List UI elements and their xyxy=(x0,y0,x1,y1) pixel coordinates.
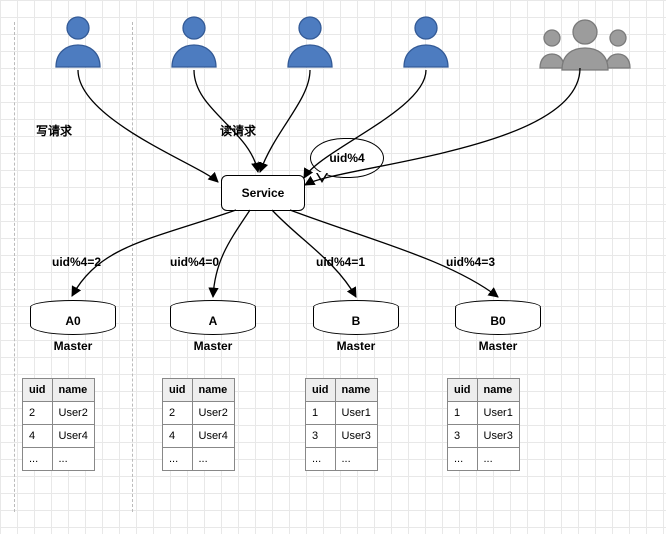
db-b: B Master xyxy=(313,300,399,353)
users-group-icon xyxy=(530,14,640,72)
db-a: A Master xyxy=(170,300,256,353)
rule-label-a0: uid%4=2 xyxy=(52,255,101,269)
db-name: B xyxy=(313,308,399,335)
col-uid: uid xyxy=(306,379,336,402)
col-name: name xyxy=(52,379,94,402)
db-name: B0 xyxy=(455,308,541,335)
db-role: Master xyxy=(30,339,116,353)
table-row: 3User3 xyxy=(448,425,520,448)
table-row: 3User3 xyxy=(306,425,378,448)
rule-label-b0: uid%4=3 xyxy=(446,255,495,269)
guide-line xyxy=(132,22,133,512)
rule-label-a: uid%4=0 xyxy=(170,255,219,269)
col-uid: uid xyxy=(448,379,478,402)
db-a0: A0 Master xyxy=(30,300,116,353)
rule-label-b: uid%4=1 xyxy=(316,255,365,269)
user-icon xyxy=(396,12,456,72)
db-role: Master xyxy=(170,339,256,353)
table-a: uidname 2User2 4User4 ...... xyxy=(162,378,235,471)
user-icon xyxy=(48,12,108,72)
db-name: A0 xyxy=(30,308,116,335)
table-row: ...... xyxy=(23,448,95,471)
service-node: Service xyxy=(221,175,305,211)
col-uid: uid xyxy=(23,379,53,402)
db-b0: B0 Master xyxy=(455,300,541,353)
diagram-canvas: 写请求 读请求 Service uid%4 uid%4=2 uid%4=0 ui… xyxy=(0,0,666,534)
table-row: ...... xyxy=(163,448,235,471)
table-row: 1User1 xyxy=(306,402,378,425)
db-role: Master xyxy=(455,339,541,353)
read-request-label: 读请求 xyxy=(220,122,256,139)
table-row: 1User1 xyxy=(448,402,520,425)
table-row: 4User4 xyxy=(163,425,235,448)
col-uid: uid xyxy=(163,379,193,402)
db-role: Master xyxy=(313,339,399,353)
guide-line xyxy=(14,22,15,512)
user-icon xyxy=(164,12,224,72)
bubble-tail-icon xyxy=(317,172,327,180)
table-row: ...... xyxy=(448,448,520,471)
col-name: name xyxy=(192,379,234,402)
user-icon xyxy=(280,12,340,72)
col-name: name xyxy=(477,379,519,402)
table-row: 4User4 xyxy=(23,425,95,448)
table-row: 2User2 xyxy=(23,402,95,425)
service-label: Service xyxy=(242,186,285,200)
routing-key-label: uid%4 xyxy=(329,151,364,165)
table-row: 2User2 xyxy=(163,402,235,425)
table-b: uidname 1User1 3User3 ...... xyxy=(305,378,378,471)
col-name: name xyxy=(335,379,377,402)
table-a0: uidname 2User2 4User4 ...... xyxy=(22,378,95,471)
table-row: ...... xyxy=(306,448,378,471)
write-request-label: 写请求 xyxy=(36,122,72,139)
table-b0: uidname 1User1 3User3 ...... xyxy=(447,378,520,471)
db-name: A xyxy=(170,308,256,335)
